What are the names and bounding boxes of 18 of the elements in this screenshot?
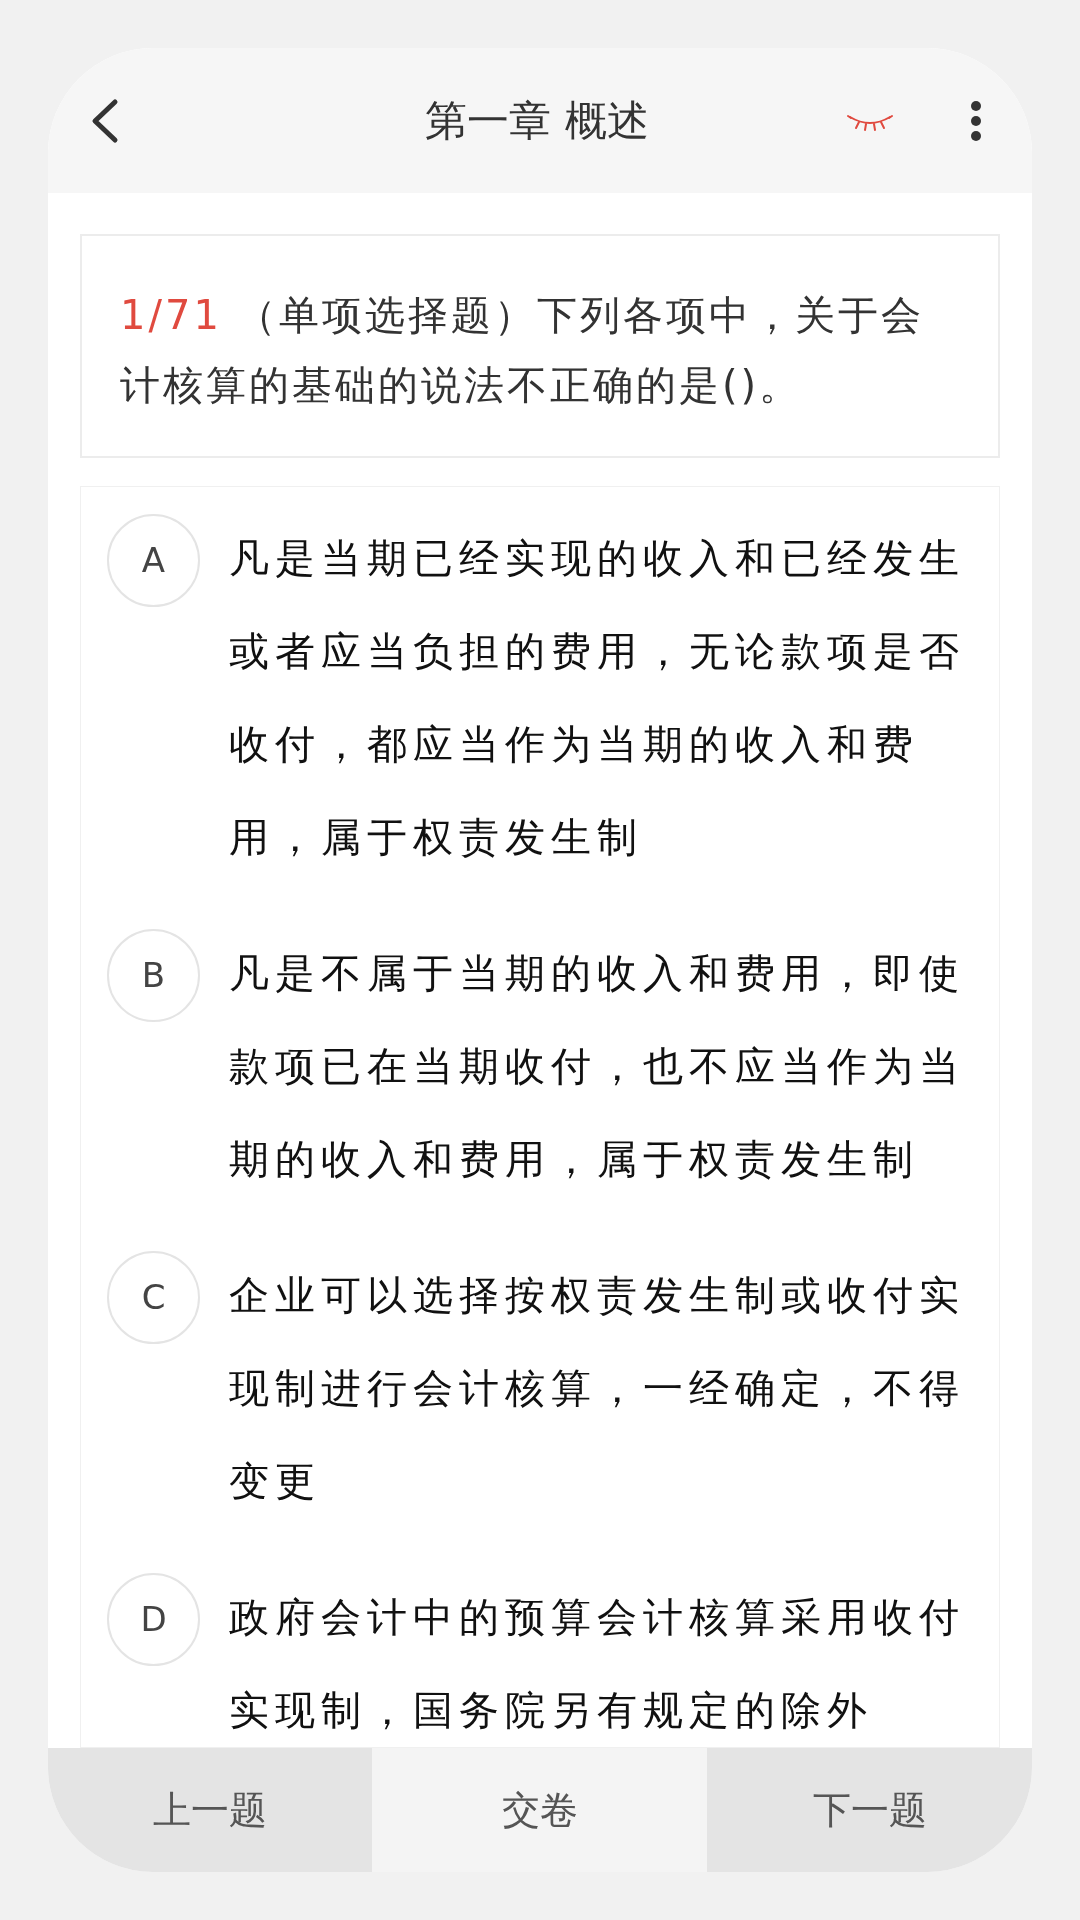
page-title: 第一章 概述	[425, 95, 649, 147]
next-question-button[interactable]: 下一题	[707, 1748, 1032, 1872]
option-text: 政府会计中的预算会计核算采用收付实现制，国务院另有规定的除外	[229, 1593, 966, 1735]
option-letter: C	[107, 1251, 200, 1344]
more-icon	[970, 99, 982, 142]
submit-button[interactable]: 交卷	[372, 1748, 707, 1872]
option-letter: A	[107, 514, 200, 607]
option-text: 凡是不属于当期的收入和费用，即使款项已在当期收付，也不应当作为当期的收入和费用，属于权责发生制	[229, 949, 966, 1184]
option-text: 凡是当期已经实现的收入和已经发生或者应当负担的费用，无论款项是否收付，都应当作为当期的收入和费用，属于权责发生制	[229, 534, 966, 862]
option-letter: B	[107, 929, 200, 1022]
option-text: 企业可以选择按权责发生制或收付实现制进行会计核算，一经确定，不得变更	[229, 1271, 966, 1506]
option-letter: D	[107, 1573, 200, 1666]
option-item[interactable]: D 政府会计中的预算会计核算采用收付实现制，国务院另有规定的除外	[107, 1573, 999, 1747]
option-item[interactable]: C 企业可以选择按权责发生制或收付实现制进行会计核算，一经确定，不得变更	[107, 1251, 999, 1528]
option-item[interactable]: A 凡是当期已经实现的收入和已经发生或者应当负担的费用，无论款项是否收付，都应当作为当期的收入和费用，属于权责发生制	[107, 514, 999, 884]
question-text: 1/71 （单项选择题）下列各项中，关于会计核算的基础的说法不正确的是()。	[120, 291, 925, 410]
previous-question-button[interactable]: 上一题	[48, 1748, 372, 1872]
option-item[interactable]: B 凡是不属于当期的收入和费用，即使款项已在当期收付，也不应当作为当期的收入和费用，属于权责发生制	[107, 929, 999, 1206]
